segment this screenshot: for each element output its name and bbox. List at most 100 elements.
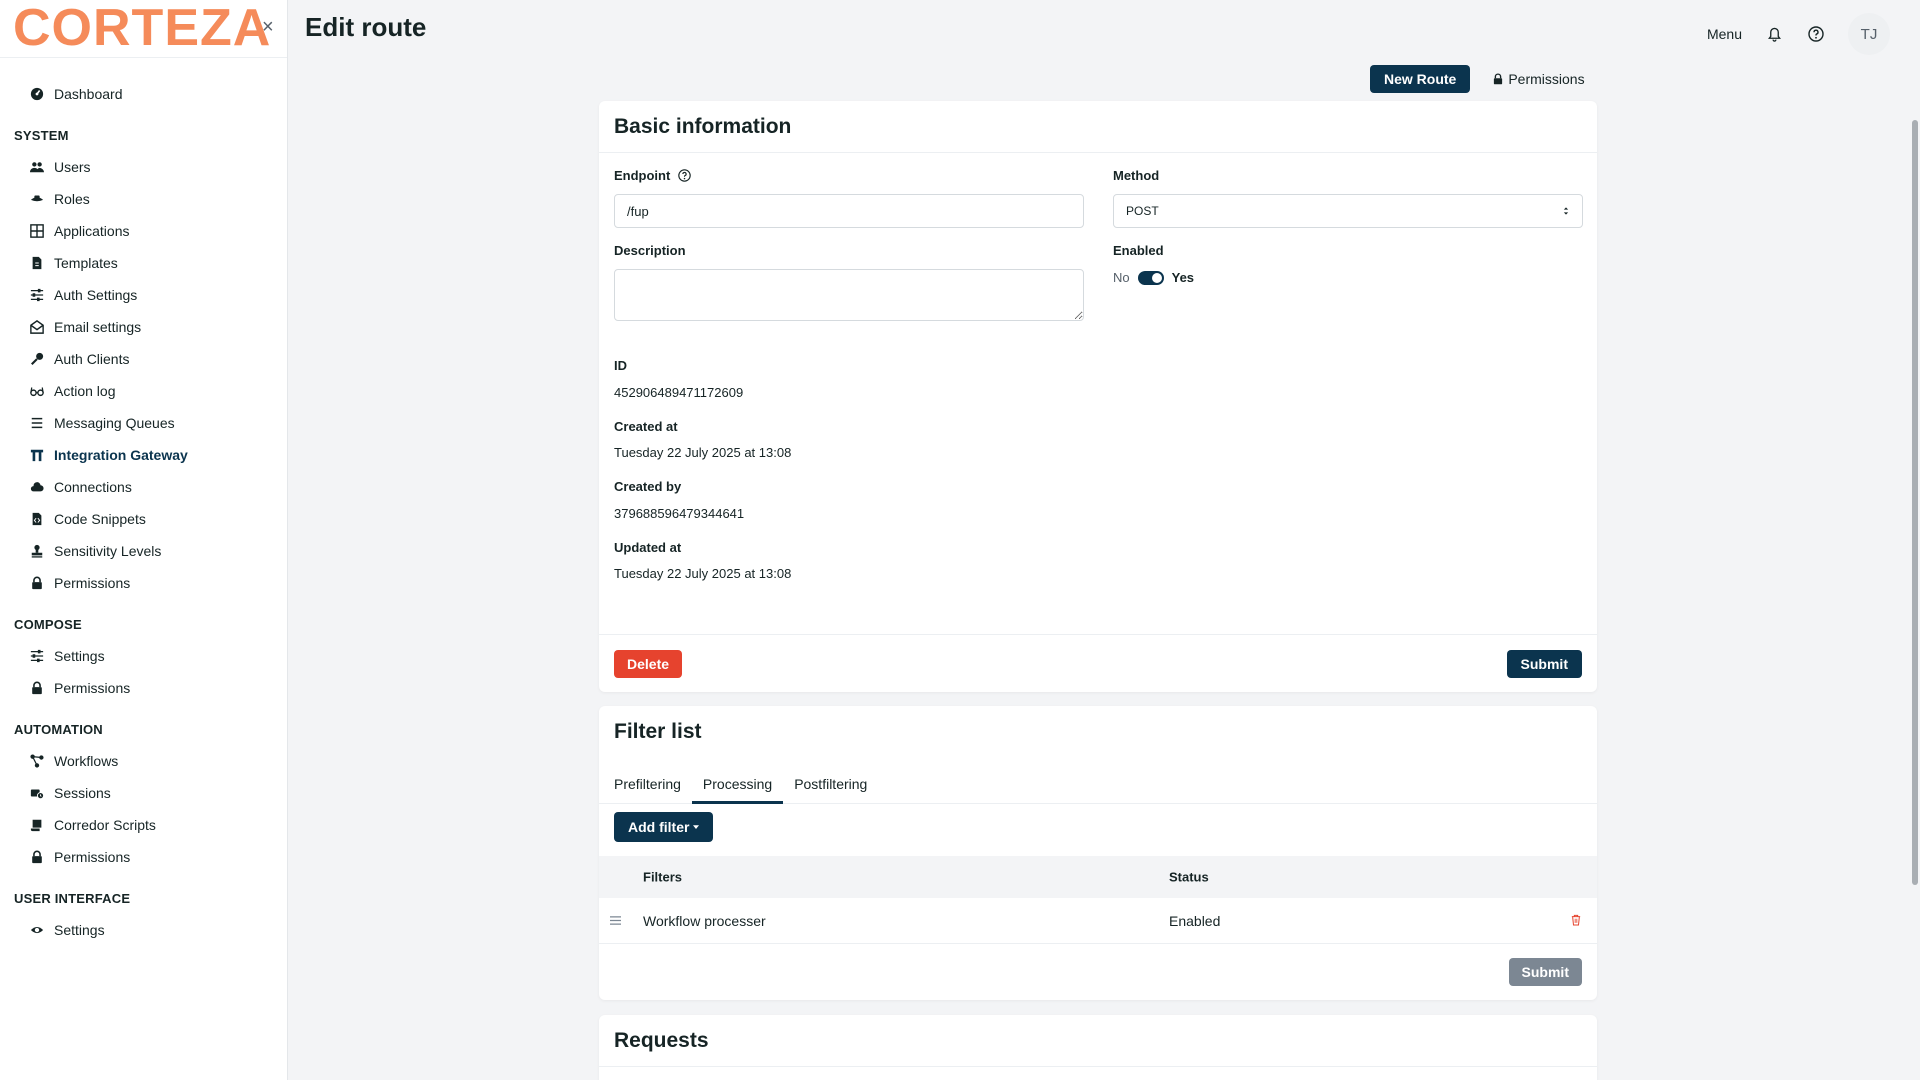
file-code-icon (29, 512, 44, 527)
sidebar-item-workflows[interactable]: Workflows (0, 745, 287, 777)
tab-processing[interactable]: Processing (691, 766, 784, 804)
description-label: Description (614, 243, 686, 258)
sidebar-item-roles[interactable]: Roles (0, 183, 287, 215)
sidebar-item-label: Messaging Queues (54, 415, 175, 431)
sidebar-item-auth-clients[interactable]: Auth Clients (0, 343, 287, 375)
sidebar-item-label: Integration Gateway (54, 447, 188, 463)
submit-button[interactable]: Submit (1506, 650, 1582, 678)
filter-list-card: Filter list Prefiltering Processing Post… (599, 706, 1597, 1000)
help-icon[interactable] (1806, 24, 1826, 44)
basic-information-card: Basic information Endpoint Method POST D… (599, 101, 1597, 692)
permissions-button[interactable]: Permissions (1492, 71, 1585, 87)
scrollbar[interactable] (1910, 58, 1920, 1080)
id-label: ID (614, 358, 627, 373)
help-icon[interactable] (678, 169, 691, 182)
new-route-button[interactable]: New Route (1370, 65, 1471, 93)
sidebar-item-code-snippets[interactable]: Code Snippets (0, 503, 287, 535)
topbar: Menu TJ (1707, 13, 1890, 55)
sidebar-item-sessions[interactable]: Sessions (0, 777, 287, 809)
logo-row: CORTEZA × (0, 0, 287, 58)
section-automation: AUTOMATION (14, 721, 103, 737)
col-filters: Filters (643, 869, 683, 885)
page-title: Edit route (305, 12, 427, 42)
section-system: SYSTEM (14, 127, 69, 143)
tab-prefiltering[interactable]: Prefiltering (603, 766, 692, 804)
sidebar-item-compose-permissions[interactable]: Permissions (0, 672, 287, 704)
sidebar-item-action-log[interactable]: Action log (0, 375, 287, 407)
enabled-toggle[interactable] (1137, 270, 1164, 285)
sidebar-item-label: Sessions (54, 785, 111, 801)
menu-button[interactable]: Menu (1707, 26, 1742, 42)
permissions-label: Permissions (1508, 71, 1585, 87)
filter-tabs: Prefiltering Processing Postfiltering (599, 766, 1597, 804)
corteza-logo[interactable]: CORTEZA (13, 2, 271, 54)
sidebar-item-label: Code Snippets (54, 511, 146, 527)
add-filter-button[interactable]: Add filter (614, 812, 714, 842)
drag-handle-icon[interactable] (609, 913, 622, 929)
sidebar-item-permissions-system[interactable]: Permissions (0, 567, 287, 599)
close-sidebar-button[interactable]: × (262, 16, 274, 39)
sidebar-item-label: Settings (54, 648, 105, 664)
updated-at-label: Updated at (614, 540, 682, 555)
delete-button[interactable]: Delete (614, 650, 683, 678)
sidebar-item-label: Email settings (54, 319, 142, 335)
sidebar-item-label: Permissions (54, 680, 131, 696)
sidebar-item-sensitivity-levels[interactable]: Sensitivity Levels (0, 535, 287, 567)
lock-icon (29, 681, 44, 696)
section-user-interface: USER INTERFACE (14, 890, 131, 906)
enabled-toggle-row: No Yes (1113, 270, 1194, 285)
lock-icon (29, 576, 44, 591)
sidebar-item-templates[interactable]: Templates (0, 247, 287, 279)
filters-submit-button[interactable]: Submit (1508, 958, 1582, 986)
email-icon (29, 320, 44, 335)
sidebar-item-auth-settings[interactable]: Auth Settings (0, 279, 287, 311)
lock-icon (29, 850, 44, 865)
sidebar-item-applications[interactable]: Applications (0, 215, 287, 247)
card-title: Requests (599, 1015, 1597, 1067)
sidebar-item-label: Roles (54, 191, 90, 207)
sidebar-item-label: Templates (54, 255, 118, 271)
avatar[interactable]: TJ (1848, 13, 1890, 55)
endpoint-input[interactable] (614, 194, 1084, 228)
sidebar-item-label: Sensitivity Levels (54, 543, 162, 559)
scrollbar-thumb[interactable] (1912, 120, 1918, 885)
sidebar-item-integration-gateway[interactable]: Integration Gateway (0, 439, 287, 471)
created-by-value: 379688596479344641 (614, 506, 745, 521)
sidebar-item-corredor-scripts[interactable]: Corredor Scripts (0, 809, 287, 841)
tab-postfiltering[interactable]: Postfiltering (783, 766, 878, 804)
cloud-icon (29, 480, 44, 495)
sidebar-item-connections[interactable]: Connections (0, 471, 287, 503)
col-status: Status (1169, 869, 1209, 885)
sidebar-item-ui-settings[interactable]: Settings (0, 914, 287, 946)
bell-icon[interactable] (1764, 24, 1784, 44)
trash-icon[interactable] (1571, 913, 1581, 929)
section-compose: COMPOSE (14, 616, 82, 632)
description-textarea[interactable] (614, 269, 1084, 321)
enabled-no-label: No (1113, 270, 1130, 285)
enabled-yes-label: Yes (1171, 270, 1195, 285)
sidebar-item-label: Permissions (54, 849, 131, 865)
sidebar-item-messaging-queues[interactable]: Messaging Queues (0, 407, 287, 439)
sidebar-item-label: Auth Settings (54, 287, 138, 303)
endpoint-label-text: Endpoint (614, 168, 671, 183)
sidebar-item-compose-settings[interactable]: Settings (0, 640, 287, 672)
sidebar-item-label: Connections (54, 479, 132, 495)
sliders-icon (29, 288, 44, 303)
templates-icon (29, 256, 44, 271)
sidebar-item-label: Dashboard (54, 86, 123, 102)
sidebar-item-dashboard[interactable]: Dashboard (0, 78, 287, 110)
glasses-icon (29, 384, 44, 399)
method-select[interactable]: POST (1113, 194, 1583, 228)
roles-icon (29, 192, 44, 207)
enabled-label: Enabled (1113, 243, 1164, 258)
filter-status: Enabled (1169, 912, 1221, 929)
sidebar-item-automation-permissions[interactable]: Permissions (0, 841, 287, 873)
sidebar-item-email-settings[interactable]: Email settings (0, 311, 287, 343)
sidebar-item-users[interactable]: Users (0, 151, 287, 183)
select-arrows-icon (1563, 207, 1569, 215)
requests-card: Requests (599, 1015, 1597, 1080)
caret-down-icon (693, 824, 700, 829)
eye-icon (29, 923, 44, 938)
sidebar-item-label: Auth Clients (54, 351, 130, 367)
sidebar-item-label: Corredor Scripts (54, 817, 156, 833)
